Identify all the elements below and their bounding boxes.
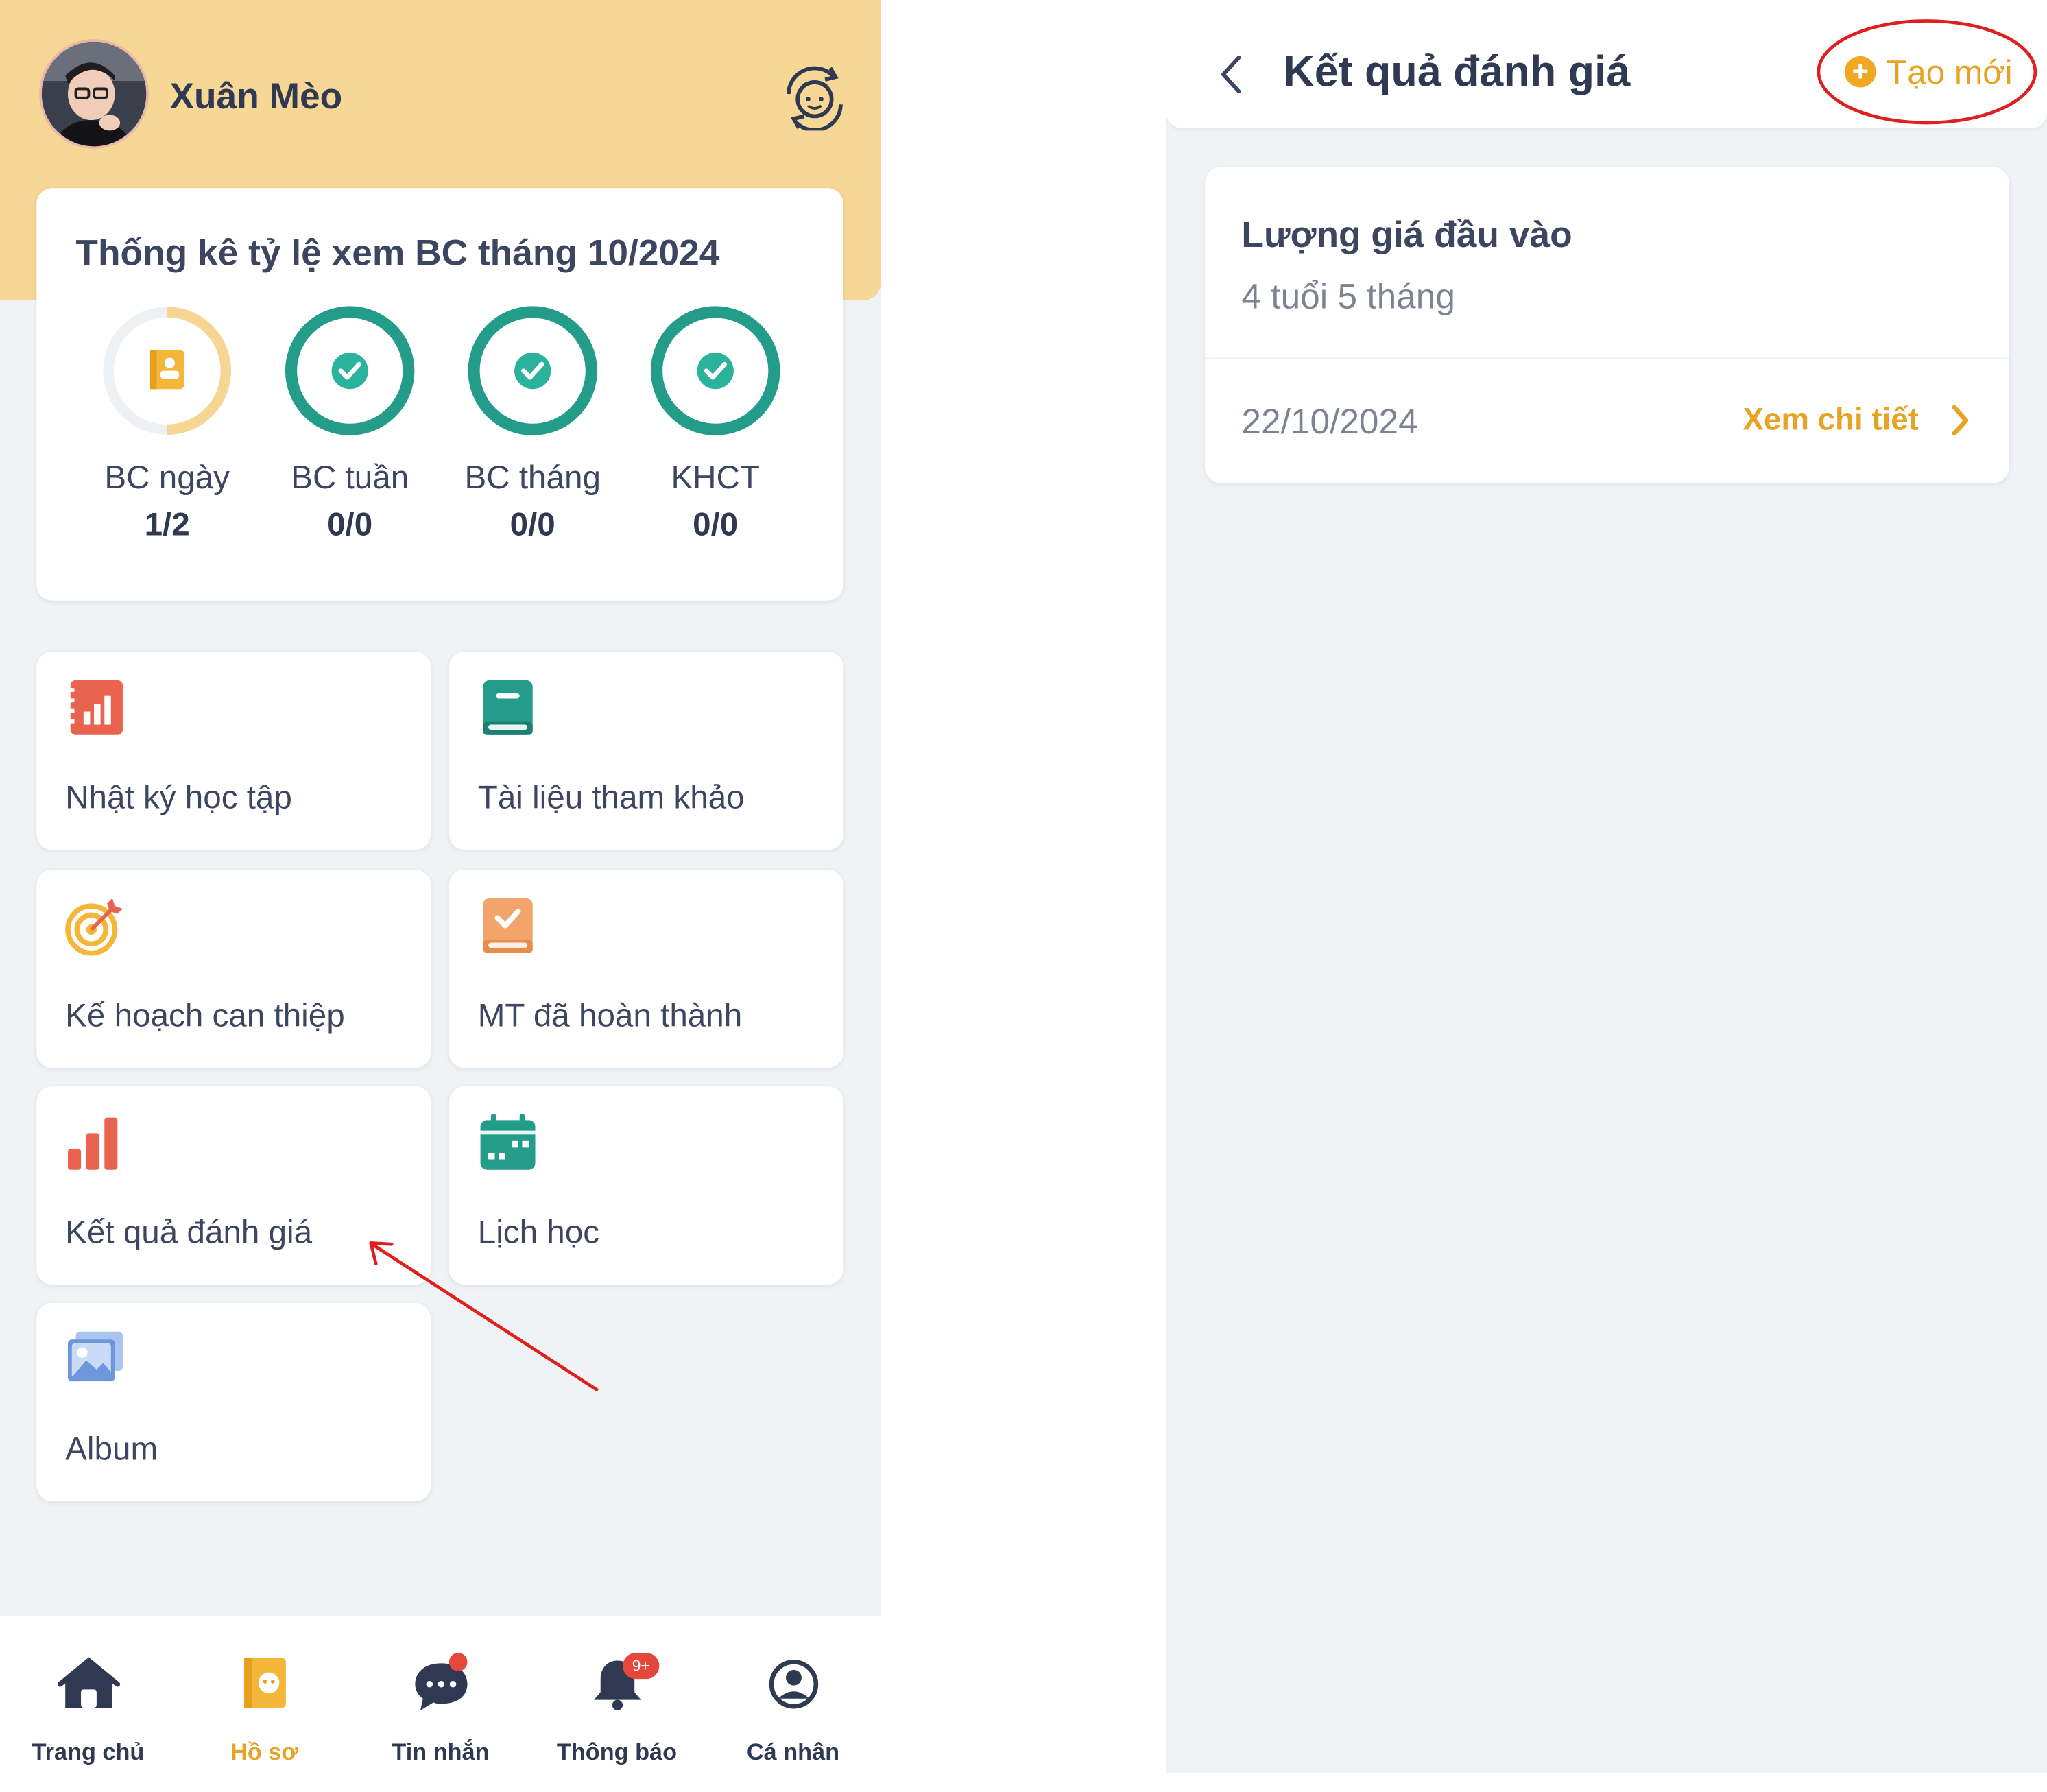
- nav-label: Thông báo: [556, 1739, 678, 1765]
- avatar[interactable]: [39, 39, 149, 150]
- report-book-icon: [149, 350, 184, 390]
- switch-child-icon[interactable]: [780, 65, 848, 132]
- bottom-navigation: Trang chủ Hồ sơ Tin nhắn 9+ Thông báo Cá…: [0, 1616, 881, 1791]
- menu-tile-completed-goals[interactable]: MT đã hoàn thành: [448, 869, 843, 1068]
- home-icon: [57, 1657, 121, 1708]
- nav-personal[interactable]: Cá nhân: [705, 1616, 881, 1791]
- menu-tile-label: Nhật ký học tập: [65, 779, 292, 816]
- stats-title: Thống kê tỷ lệ xem BC tháng 10/2024: [75, 232, 720, 273]
- view-details-link[interactable]: Xem chi tiết: [1743, 402, 1918, 438]
- stat-value: 0/0: [693, 506, 739, 543]
- chevron-left-icon: [1221, 55, 1241, 94]
- assessment-result-card[interactable]: Lượng giá đầu vào 4 tuổi 5 tháng 22/10/2…: [1205, 167, 2009, 483]
- nav-label: Trang chủ: [32, 1739, 145, 1765]
- stat-label: KHCT: [671, 459, 761, 497]
- profile-book-icon: [243, 1658, 286, 1708]
- stat-bc-thang[interactable]: BC tháng 0/0: [441, 305, 624, 553]
- stat-value: 1/2: [144, 506, 190, 543]
- nav-label: Cá nhân: [746, 1739, 840, 1765]
- bar-chart-icon: [67, 1117, 118, 1170]
- page-title: Kết quả đánh giá: [1283, 47, 1631, 95]
- menu-tile-label: Kết quả đánh giá: [65, 1214, 313, 1251]
- menu-tile-label: Album: [65, 1431, 158, 1468]
- stat-bc-ngay[interactable]: BC ngày 1/2: [75, 305, 259, 553]
- assessment-age: 4 tuổi 5 tháng: [1241, 276, 1455, 316]
- stat-value: 0/0: [510, 506, 555, 543]
- back-button[interactable]: [1213, 49, 1252, 99]
- nav-profile[interactable]: Hồ sơ: [176, 1616, 352, 1791]
- composite-screenshot: Xuân Mèo Thống kê tỷ lệ xem BC tháng 10/…: [0, 0, 2047, 1791]
- unread-dot: [448, 1653, 468, 1671]
- menu-tile-label: Tài liệu tham khảo: [477, 779, 745, 816]
- notification-badge: 9+: [623, 1653, 660, 1680]
- chevron-right-icon[interactable]: [1946, 402, 1972, 438]
- plus-circle-icon: +: [1844, 56, 1876, 88]
- menu-tile-label: Kế hoạch can thiệp: [65, 997, 345, 1034]
- nav-label: Hồ sơ: [230, 1739, 298, 1765]
- nav-label: Tin nhắn: [392, 1739, 490, 1765]
- check-ring-icon: [650, 306, 780, 435]
- report-stats-card: Thống kê tỷ lệ xem BC tháng 10/2024 BC n…: [36, 188, 843, 601]
- assessment-results-screen: Kết quả đánh giá + Tạo mới Lượng giá đầu…: [1166, 0, 2047, 1773]
- create-new-label: Tạo mới: [1886, 51, 2013, 91]
- assessment-date: 22/10/2024: [1241, 402, 1418, 442]
- menu-tile-learning-diary[interactable]: Nhật ký học tập: [36, 651, 431, 850]
- menu-tile-label: MT đã hoàn thành: [477, 997, 743, 1034]
- check-ring-icon: [285, 306, 415, 435]
- divider: [1205, 357, 2009, 359]
- profile-screen: Xuân Mèo Thống kê tỷ lệ xem BC tháng 10/…: [0, 0, 881, 1791]
- stat-label: BC ngày: [104, 459, 230, 497]
- top-app-bar: Kết quả đánh giá + Tạo mới: [1166, 0, 2047, 128]
- reference-book-icon: [483, 680, 533, 735]
- calendar-icon: [480, 1113, 536, 1170]
- user-circle-icon: [769, 1660, 819, 1709]
- nav-notifications[interactable]: 9+ Thông báo: [529, 1616, 705, 1791]
- check-ring-icon: [468, 306, 597, 435]
- assessment-title: Lượng giá đầu vào: [1241, 214, 1572, 255]
- nav-home[interactable]: Trang chủ: [0, 1616, 176, 1791]
- menu-tile-schedule[interactable]: Lịch học: [448, 1086, 843, 1285]
- menu-tile-intervention-plan[interactable]: Kế hoạch can thiệp: [36, 869, 431, 1068]
- menu-tile-label: Lịch học: [477, 1214, 600, 1251]
- stat-value: 0/0: [327, 506, 373, 543]
- menu-tile-assessment-results[interactable]: Kết quả đánh giá: [36, 1086, 431, 1285]
- user-name: Xuân Mèo: [169, 75, 343, 117]
- menu-tile-references[interactable]: Tài liệu tham khảo: [448, 651, 843, 850]
- stat-khct[interactable]: KHCT 0/0: [624, 305, 807, 553]
- target-icon: [65, 898, 123, 956]
- menu-tile-album[interactable]: Album: [36, 1302, 431, 1502]
- nav-messages[interactable]: Tin nhắn: [352, 1616, 529, 1791]
- stat-label: BC tháng: [464, 459, 601, 497]
- learning-diary-icon: [67, 680, 123, 735]
- completed-goals-icon: [483, 898, 533, 953]
- album-icon: [67, 1331, 123, 1382]
- stat-label: BC tuần: [291, 459, 409, 497]
- stat-bc-tuan[interactable]: BC tuần 0/0: [259, 305, 442, 553]
- create-new-button[interactable]: + Tạo mới: [1844, 49, 2013, 94]
- stat-ring-partial: [103, 307, 231, 435]
